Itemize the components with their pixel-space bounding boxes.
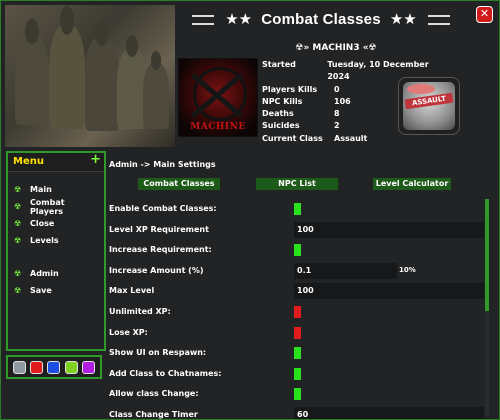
radiation-icon: ☢ <box>14 236 22 245</box>
class-change-timer-input[interactable]: 60 <box>294 406 484 419</box>
main-panel: Admin -> Main Settings Combat Classes NP… <box>105 151 495 419</box>
increase-amount-input[interactable]: 0.1 <box>294 262 397 279</box>
menu-item-label: Main <box>30 185 52 194</box>
setting-row: Increase Amount (%) 0.1 10% <box>109 261 489 282</box>
stat-label: Deaths <box>262 109 294 119</box>
avatar-text: MACHINE <box>190 122 246 132</box>
setting-label: Allow class Change: <box>109 389 199 399</box>
stat-value: 2 <box>334 121 340 131</box>
tab-combat-classes[interactable]: Combat Classes <box>138 178 220 190</box>
menu-item-label: Save <box>30 286 52 295</box>
menu-item-label: Admin <box>30 269 59 278</box>
menu-header: Menu + <box>8 152 104 172</box>
menu-item-main[interactable]: ☢ Main <box>14 181 100 198</box>
color-swatch-green[interactable] <box>64 360 78 374</box>
menu-item-close[interactable]: ☢ Close <box>14 215 100 232</box>
stat-label: Players Kills <box>262 84 318 94</box>
radiation-icon: ☢ <box>14 219 22 228</box>
radiation-icon: ☢ <box>14 185 22 194</box>
menu-item-label: Combat Players <box>29 197 65 216</box>
tab-npc-list[interactable]: NPC List <box>256 178 338 190</box>
assault-class-icon: ASSAULT <box>398 77 460 135</box>
menu-item-combat-players[interactable]: ☢ Combat Players <box>14 197 100 216</box>
setting-row: Enable Combat Classes: <box>109 199 489 220</box>
combat-classes-window: ★★ Combat Classes ★★ ✕ ☢» MACHIN3 «☢ MAC… <box>0 0 500 420</box>
setting-row: Lose XP: <box>109 323 489 344</box>
soldiers-header-image <box>5 5 175 147</box>
stat-value: 0 <box>334 84 340 94</box>
unlimited-xp-toggle[interactable] <box>294 305 301 318</box>
menu-item-levels[interactable]: ☢ Levels <box>14 232 100 249</box>
increase-amount-percent: 10% <box>399 265 416 274</box>
menu-title: Menu <box>13 156 44 167</box>
setting-row: Unlimited XP: <box>109 302 489 323</box>
color-swatch-red[interactable] <box>30 360 44 374</box>
setting-row: Level XP Requirement 100 <box>109 220 489 241</box>
menu-list: ☢ Main ☢ Combat Players ☢ Close ☢ Levels… <box>14 181 100 299</box>
stat-label: Suicides <box>262 121 300 131</box>
title-divider-left <box>192 14 215 25</box>
setting-label: Max Level <box>109 286 155 296</box>
setting-row: Show UI on Respawn: <box>109 343 489 364</box>
tab-level-calculator[interactable]: Level Calculator <box>373 178 451 190</box>
stat-label: Started <box>262 60 296 69</box>
title-text: Combat Classes <box>261 11 381 28</box>
scrollbar-thumb[interactable] <box>485 199 489 311</box>
enable-combat-classes-toggle[interactable] <box>294 203 301 215</box>
menu-item-label: Levels <box>30 236 59 245</box>
increase-requirement-toggle[interactable] <box>294 244 301 257</box>
stat-value: Assault <box>334 133 368 143</box>
stat-label: NPC Kills <box>262 96 303 106</box>
side-menu: Menu + ☢ Main ☢ Combat Players ☢ Close ☢… <box>6 151 106 351</box>
max-level-input[interactable]: 100 <box>294 283 484 300</box>
setting-label: Increase Requirement: <box>109 245 212 255</box>
add-class-to-chatnames-toggle[interactable] <box>294 367 301 380</box>
setting-label: Class Change Timer <box>109 409 198 419</box>
show-ui-on-respawn-toggle[interactable] <box>294 347 301 360</box>
setting-row: Allow class Change: <box>109 384 489 405</box>
radiation-icon: ☢ <box>14 286 22 295</box>
radiation-icon: ☢ <box>14 202 22 211</box>
menu-spacer <box>14 249 100 265</box>
color-swatch-gray[interactable] <box>13 360 27 374</box>
class-icon-mark <box>407 84 435 94</box>
settings-list: Enable Combat Classes: Level XP Requirem… <box>109 199 489 419</box>
level-xp-requirement-input[interactable]: 100 <box>294 221 484 238</box>
theme-color-picker <box>6 355 102 379</box>
setting-label: Level XP Requirement <box>109 224 209 234</box>
settings-scrollbar[interactable] <box>485 199 489 415</box>
title-stars-left: ★★ <box>225 10 253 28</box>
close-button[interactable]: ✕ <box>476 6 493 23</box>
stat-value: 106 <box>334 96 351 106</box>
player-name: ☢» MACHIN3 «☢ <box>295 43 377 53</box>
color-swatch-blue[interactable] <box>47 360 61 374</box>
setting-row: Increase Requirement: <box>109 240 489 261</box>
color-swatch-purple[interactable] <box>81 360 95 374</box>
menu-item-save[interactable]: ☢ Save <box>14 282 100 299</box>
breadcrumb: Admin -> Main Settings <box>109 160 216 169</box>
setting-label: Increase Amount (%) <box>109 265 204 275</box>
setting-label: Lose XP: <box>109 327 148 337</box>
stat-label: Current Class <box>262 133 323 143</box>
allow-class-change-toggle[interactable] <box>294 388 301 401</box>
setting-label: Show UI on Respawn: <box>109 348 207 358</box>
setting-row: Add Class to Chatnames: <box>109 364 489 385</box>
menu-item-label: Close <box>30 219 55 228</box>
title-divider-right <box>427 14 450 25</box>
setting-row: Max Level 100 <box>109 281 489 302</box>
setting-label: Enable Combat Classes: <box>109 204 217 213</box>
title-stars-right: ★★ <box>389 10 417 28</box>
setting-row: Class Change Timer 60 <box>109 405 489 419</box>
lose-xp-toggle[interactable] <box>294 326 301 339</box>
player-avatar: MACHINE <box>178 58 258 137</box>
menu-item-admin[interactable]: ☢ Admin <box>14 265 100 282</box>
setting-label: Unlimited XP: <box>109 306 171 316</box>
close-icon: ✕ <box>479 7 490 20</box>
stat-value: 8 <box>334 109 340 119</box>
setting-label: Add Class to Chatnames: <box>109 368 222 378</box>
window-title: ★★ Combat Classes ★★ <box>181 9 461 31</box>
radiation-icon: ☢ <box>14 269 22 278</box>
plus-icon[interactable]: + <box>90 152 101 167</box>
